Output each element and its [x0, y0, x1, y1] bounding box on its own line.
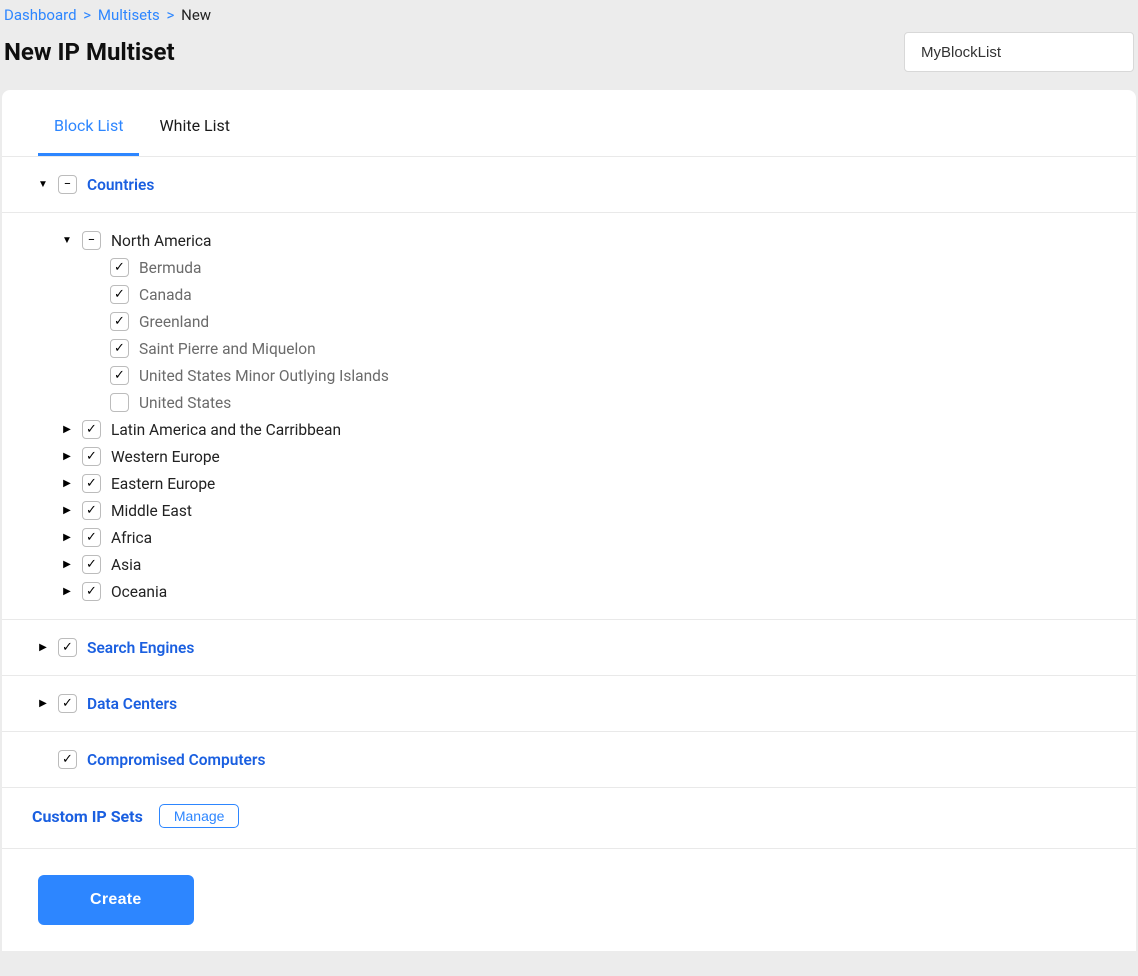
- checkbox-region[interactable]: ✓: [82, 474, 101, 493]
- region-label: Africa: [111, 529, 152, 547]
- caret-down-icon[interactable]: ▼: [38, 179, 48, 190]
- breadcrumb: Dashboard > Multisets > New: [4, 4, 1134, 32]
- section-countries: ▼ − Countries: [2, 157, 1136, 213]
- tab-white-list[interactable]: White List: [143, 90, 246, 156]
- country-label: Bermuda: [139, 259, 201, 277]
- region-label: Latin America and the Carribbean: [111, 421, 341, 439]
- manage-button[interactable]: Manage: [159, 804, 240, 828]
- checkbox-country[interactable]: ✓: [110, 258, 129, 277]
- country-label: United States: [139, 394, 231, 412]
- region-label: North America: [111, 232, 211, 250]
- country-label: Saint Pierre and Miquelon: [139, 340, 316, 358]
- caret-right-icon[interactable]: ▶: [62, 532, 72, 543]
- caret-right-icon[interactable]: ▶: [62, 451, 72, 462]
- checkbox-data-centers[interactable]: ✓: [58, 694, 77, 713]
- section-data-centers: ▶ ✓ Data Centers: [2, 676, 1136, 732]
- caret-right-icon[interactable]: ▶: [62, 559, 72, 570]
- checkbox-country[interactable]: ✓: [110, 393, 129, 412]
- tab-block-list[interactable]: Block List: [38, 90, 139, 156]
- breadcrumb-multisets[interactable]: Multisets: [98, 6, 160, 24]
- caret-down-icon[interactable]: ▼: [62, 235, 72, 246]
- breadcrumb-dashboard[interactable]: Dashboard: [4, 6, 77, 24]
- checkbox-search-engines[interactable]: ✓: [58, 638, 77, 657]
- search-engines-label[interactable]: Search Engines: [87, 639, 194, 657]
- country-label: Canada: [139, 286, 192, 304]
- section-compromised: ▶ ✓ Compromised Computers: [2, 732, 1136, 788]
- caret-right-icon[interactable]: ▶: [62, 478, 72, 489]
- data-centers-label[interactable]: Data Centers: [87, 695, 177, 713]
- region-label: Oceania: [111, 583, 167, 601]
- caret-right-icon[interactable]: ▶: [62, 505, 72, 516]
- main-card: Block List White List ▼ − Countries ▼ − …: [2, 90, 1136, 951]
- page-title: New IP Multiset: [4, 38, 175, 66]
- region-label: Middle East: [111, 502, 192, 520]
- checkbox-region[interactable]: ✓: [82, 501, 101, 520]
- checkbox-compromised[interactable]: ✓: [58, 750, 77, 769]
- tabs: Block List White List: [2, 90, 1136, 157]
- section-custom-ip-sets: Custom IP Sets Manage: [2, 788, 1136, 836]
- countries-label[interactable]: Countries: [87, 176, 154, 194]
- caret-right-icon[interactable]: ▶: [62, 586, 72, 597]
- country-label: United States Minor Outlying Islands: [139, 367, 389, 385]
- country-label: Greenland: [139, 313, 209, 331]
- section-search-engines: ▶ ✓ Search Engines: [2, 620, 1136, 676]
- checkbox-country[interactable]: ✓: [110, 285, 129, 304]
- checkbox-countries[interactable]: −: [58, 175, 77, 194]
- breadcrumb-current: New: [181, 6, 211, 24]
- checkbox-north-america[interactable]: −: [82, 231, 101, 250]
- chevron-right-icon: >: [167, 6, 175, 24]
- region-label: Western Europe: [111, 448, 220, 466]
- checkbox-region[interactable]: ✓: [82, 582, 101, 601]
- caret-right-icon[interactable]: ▶: [62, 424, 72, 435]
- checkbox-country[interactable]: ✓: [110, 366, 129, 385]
- checkbox-country[interactable]: ✓: [110, 312, 129, 331]
- region-label: Asia: [111, 556, 141, 574]
- checkbox-region[interactable]: ✓: [82, 555, 101, 574]
- create-button[interactable]: Create: [38, 875, 194, 925]
- footer: Create: [2, 848, 1136, 951]
- chevron-right-icon: >: [83, 6, 91, 24]
- compromised-label[interactable]: Compromised Computers: [87, 751, 265, 769]
- checkbox-region[interactable]: ✓: [82, 528, 101, 547]
- caret-right-icon[interactable]: ▶: [38, 642, 48, 653]
- custom-ip-sets-title: Custom IP Sets: [32, 807, 143, 826]
- region-label: Eastern Europe: [111, 475, 215, 493]
- checkbox-country[interactable]: ✓: [110, 339, 129, 358]
- section-regions: ▼ − North America ▶ ✓ Bermuda ▶ ✓ Canada…: [2, 213, 1136, 620]
- checkbox-region[interactable]: ✓: [82, 420, 101, 439]
- checkbox-region[interactable]: ✓: [82, 447, 101, 466]
- caret-right-icon[interactable]: ▶: [38, 698, 48, 709]
- multiset-name-input[interactable]: [904, 32, 1134, 72]
